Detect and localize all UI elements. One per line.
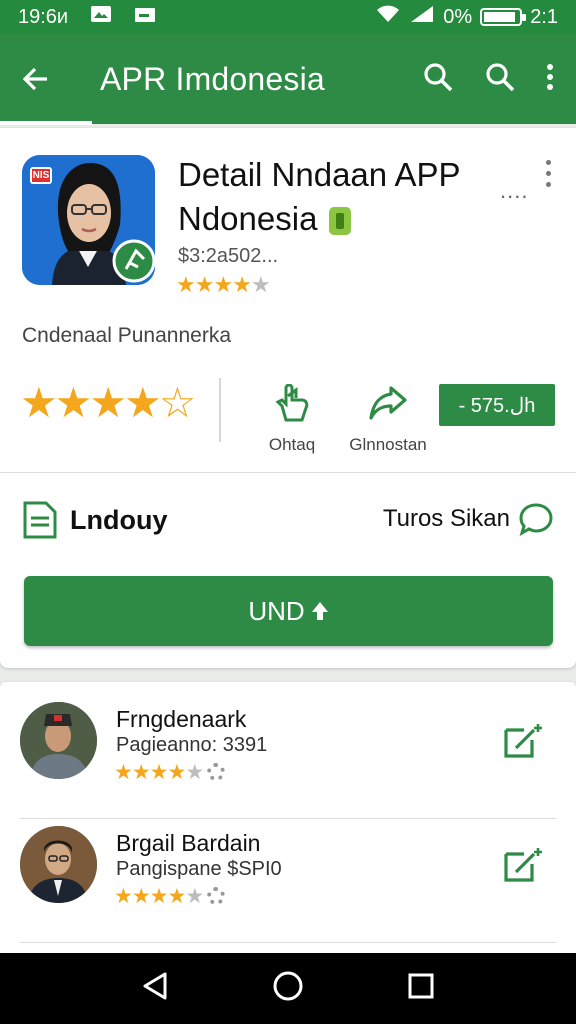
star-icon: ★ <box>149 885 169 908</box>
big-rating-stars[interactable]: ★★★★☆ <box>20 378 197 427</box>
star-icon: ★ <box>176 272 196 297</box>
hand-pointer-icon <box>275 383 309 422</box>
star-icon: ★ <box>185 761 204 784</box>
search-button-2[interactable] <box>484 61 516 98</box>
system-nav-bar <box>0 953 576 1024</box>
star-icon: ★ <box>232 272 252 297</box>
star-icon: ★ <box>213 272 233 297</box>
verified-badge-icon <box>329 207 352 236</box>
review-edit-button[interactable] <box>502 844 546 889</box>
back-button[interactable] <box>0 64 72 94</box>
more-dots-text[interactable]: .... <box>500 178 528 204</box>
search-button[interactable] <box>422 61 454 98</box>
document-icon <box>23 501 57 539</box>
search-icon <box>424 62 453 91</box>
battery-percent: 0% <box>443 5 473 28</box>
share-arrow-icon <box>369 386 407 420</box>
signal-icon <box>409 4 435 30</box>
section-link[interactable]: Turos Sikan <box>383 502 554 536</box>
key-notification-icon <box>134 6 156 29</box>
chat-bubble-icon <box>519 503 553 536</box>
app-icon[interactable]: NIS <box>22 155 155 285</box>
nav-recents-button[interactable] <box>407 972 435 1005</box>
reviewer-avatar <box>20 702 97 779</box>
reviewer-subtitle: Pagieanno: 3391 <box>116 734 268 756</box>
gear-icon <box>207 887 226 905</box>
reviewer-subtitle: Pangispane $SPI0 <box>116 858 282 880</box>
review-edit-button[interactable] <box>502 720 546 765</box>
edit-box-icon <box>504 724 542 758</box>
nav-home-button[interactable] <box>272 970 304 1007</box>
reviewer-name: Frngdenaark <box>116 706 247 732</box>
circle-home-icon <box>273 971 303 1001</box>
star-icon: ★ <box>131 885 151 908</box>
star-icon: ★ <box>123 379 162 426</box>
page-title: APR Imdonesia <box>100 60 325 97</box>
section-divider <box>0 472 576 473</box>
star-icon: ★ <box>114 761 133 784</box>
arrow-left-icon <box>22 67 47 91</box>
battery-icon <box>480 8 527 26</box>
star-icon: ★ <box>131 761 151 784</box>
tab-indicator <box>0 121 92 125</box>
section-title: Lndouy <box>70 504 168 535</box>
section-link-label: Turos Sikan <box>382 505 510 532</box>
star-icon: ★ <box>194 272 215 297</box>
app-title-line2: Ndonesia <box>178 200 318 237</box>
square-recents-icon <box>408 973 434 999</box>
reviews-card: Frngdenaark Pagieanno: 3391 ★★★★★ Brgail… <box>0 682 576 962</box>
reviewer-avatar <box>20 826 97 903</box>
star-icon: ★ <box>185 885 204 908</box>
review-item[interactable]: Frngdenaark Pagieanno: 3391 ★★★★★ <box>0 698 576 820</box>
overflow-menu-button[interactable] <box>546 63 554 96</box>
app-subtitle: $3:2а502... <box>178 245 279 267</box>
vertical-divider <box>219 378 221 442</box>
action-glnnostan-label: Glnnostan <box>349 435 427 454</box>
star-icon: ★ <box>89 379 127 426</box>
install-button[interactable]: UND <box>24 576 553 646</box>
edit-box-icon <box>504 848 542 882</box>
review-divider <box>20 942 556 943</box>
status-bar: 19:6и 0% 2:1 <box>0 0 576 34</box>
review-item[interactable]: Brgail Bardain Pangispane $SPI0 ★★★★★ <box>0 822 576 944</box>
star-icon: ★ <box>149 761 169 784</box>
star-icon: ★ <box>167 885 186 908</box>
search-icon <box>486 62 515 91</box>
price-button[interactable]: - 575.لh <box>439 384 555 426</box>
app-title: Detail Nndaan APP Ndonesia <box>178 153 498 241</box>
app-title-line1: Detail Nndaan APP <box>178 156 461 193</box>
action-ohtaq[interactable]: Ohtaq <box>256 383 328 455</box>
app-description: Cndenaal Punannerka <box>22 324 231 347</box>
triangle-back-icon <box>143 972 167 1000</box>
star-icon: ☆ <box>158 379 197 426</box>
app-rating-stars: ★★★★★ <box>176 272 271 298</box>
arrow-up-icon <box>311 602 328 620</box>
install-button-label: UND <box>248 595 305 626</box>
star-icon: ★ <box>250 272 271 297</box>
status-time: 19:6и <box>18 5 69 28</box>
photo-notification-icon <box>90 5 112 29</box>
app-overflow-menu-icon[interactable] <box>544 160 554 193</box>
app-icon-badge-text: NIS <box>32 170 50 181</box>
app-bar: APR Imdonesia <box>0 34 576 124</box>
review-stars: ★★★★★ <box>114 760 226 785</box>
wifi-icon <box>375 4 401 30</box>
section-header: Lndouy <box>22 500 167 540</box>
review-divider <box>20 818 556 819</box>
star-icon: ★ <box>167 761 186 784</box>
action-ohtaq-label: Ohtaq <box>268 435 316 454</box>
gear-icon <box>207 763 226 781</box>
action-glnnostan[interactable]: Glnnostan <box>340 384 436 455</box>
star-icon: ★ <box>20 379 58 426</box>
more-vert-icon <box>547 63 553 90</box>
reviewer-name: Brgail Bardain <box>116 830 261 856</box>
review-stars: ★★★★★ <box>114 884 226 909</box>
nav-back-button[interactable] <box>141 971 169 1006</box>
star-icon: ★ <box>54 379 93 426</box>
app-detail-card: NIS Detail Nndaan APP Ndonesia .... $3:2… <box>0 128 576 668</box>
star-icon: ★ <box>114 885 133 908</box>
status-clock-right: 2:1 <box>530 5 558 28</box>
